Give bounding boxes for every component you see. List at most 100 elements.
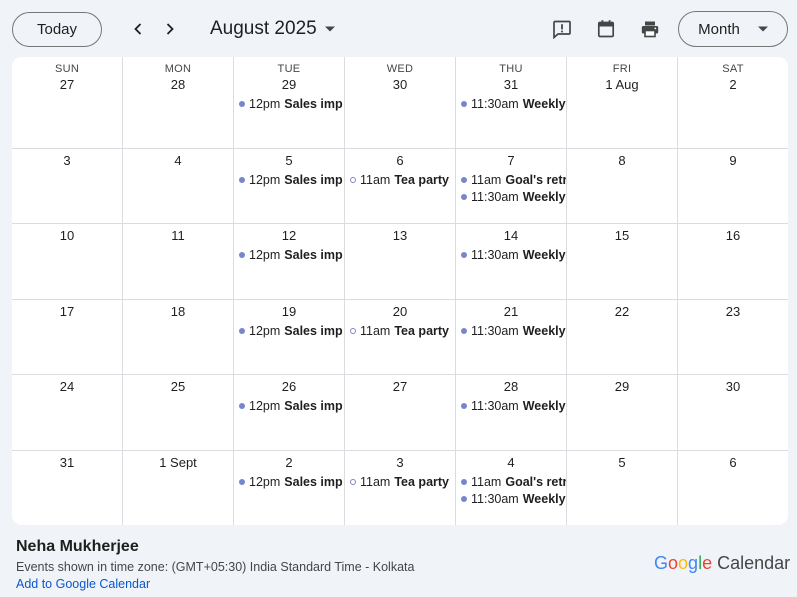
day-number[interactable]: 30 [345,77,455,92]
day-number[interactable]: 11 [123,228,233,243]
day-number[interactable]: 18 [123,304,233,319]
day-cell[interactable]: 14 11:30am Weekly [456,224,567,300]
day-number[interactable]: 6 [345,153,455,168]
day-cell[interactable]: 19 12pm Sales imp [234,300,345,375]
event-chip[interactable]: 12pm Sales imp [239,473,344,490]
day-cell[interactable]: THU 31 11:30am Weekly [456,57,567,149]
day-cell[interactable]: 6 [678,451,788,525]
prev-month-button[interactable] [125,16,151,42]
day-number[interactable]: 19 [234,304,344,319]
day-cell[interactable]: 18 [123,300,234,375]
event-chip[interactable]: 11:30am Weekly [461,246,566,263]
day-number[interactable]: 20 [345,304,455,319]
day-number[interactable]: 28 [456,379,566,394]
day-number[interactable]: 7 [456,153,566,168]
day-cell[interactable]: 17 [12,300,123,375]
day-cell[interactable]: MON 28 [123,57,234,149]
day-number[interactable]: 27 [345,379,455,394]
day-cell[interactable]: 24 [12,375,123,451]
day-number[interactable]: 30 [678,379,788,394]
day-cell[interactable]: 5 [567,451,678,525]
event-chip[interactable]: 11:30am Weekly [461,95,566,112]
day-cell[interactable]: 2 12pm Sales imp [234,451,345,525]
month-title-dropdown[interactable]: August 2025 [210,17,335,41]
day-number[interactable]: 13 [345,228,455,243]
day-number[interactable]: 12 [234,228,344,243]
day-cell[interactable]: 13 [345,224,456,300]
day-number[interactable]: 31 [456,77,566,92]
day-number[interactable]: 2 [234,455,344,470]
day-number[interactable]: 5 [234,153,344,168]
day-number[interactable]: 6 [678,455,788,470]
day-cell[interactable]: FRI 1 Aug [567,57,678,149]
day-cell[interactable]: 3 11am Tea party [345,451,456,525]
day-cell[interactable]: 3 [12,149,123,224]
day-number[interactable]: 27 [12,77,122,92]
day-cell[interactable]: SUN 27 [12,57,123,149]
day-cell[interactable]: 9 [678,149,788,224]
day-cell[interactable]: TUE 29 12pm Sales imp [234,57,345,149]
day-cell[interactable]: 4 [123,149,234,224]
day-cell[interactable]: 1 Sept [123,451,234,525]
view-selector[interactable]: Month [678,11,788,47]
print-button[interactable] [638,17,662,41]
event-chip[interactable]: 11am Tea party [350,322,455,339]
event-chip[interactable]: 12pm Sales imp [239,397,344,414]
day-cell[interactable]: 27 [345,375,456,451]
day-number[interactable]: 9 [678,153,788,168]
day-number[interactable]: 15 [567,228,677,243]
day-cell[interactable]: 7 11am Goal's retr 11:30am Weekly [456,149,567,224]
day-cell[interactable]: 23 [678,300,788,375]
day-cell[interactable]: 15 [567,224,678,300]
day-cell[interactable]: SAT 2 [678,57,788,149]
day-cell[interactable]: 8 [567,149,678,224]
day-cell[interactable]: 30 [678,375,788,451]
day-number[interactable]: 16 [678,228,788,243]
day-number[interactable]: 3 [12,153,122,168]
day-cell[interactable]: 28 11:30am Weekly [456,375,567,451]
day-cell[interactable]: 6 11am Tea party [345,149,456,224]
event-chip[interactable]: 11am Tea party [350,171,455,188]
calendar-view-button[interactable] [594,17,618,41]
day-number[interactable]: 25 [123,379,233,394]
event-chip[interactable]: 11:30am Weekly [461,490,566,507]
event-chip[interactable]: 11am Goal's retr [461,473,566,490]
google-calendar-logo[interactable]: Google Calendar [654,551,790,575]
event-chip[interactable]: 12pm Sales imp [239,171,344,188]
day-cell[interactable]: 22 [567,300,678,375]
day-cell[interactable]: 26 12pm Sales imp [234,375,345,451]
day-number[interactable]: 8 [567,153,677,168]
day-cell[interactable]: 4 11am Goal's retr 11:30am Weekly [456,451,567,525]
feedback-button[interactable] [550,17,574,41]
day-number[interactable]: 26 [234,379,344,394]
day-number[interactable]: 22 [567,304,677,319]
day-cell[interactable]: 10 [12,224,123,300]
event-chip[interactable]: 12pm Sales imp [239,95,344,112]
day-number[interactable]: 24 [12,379,122,394]
day-number[interactable]: 10 [12,228,122,243]
day-number[interactable]: 4 [456,455,566,470]
today-button[interactable]: Today [12,12,102,47]
day-cell[interactable]: 31 [12,451,123,525]
event-chip[interactable]: 11am Tea party [350,473,455,490]
day-cell[interactable]: 25 [123,375,234,451]
day-number[interactable]: 28 [123,77,233,92]
day-number[interactable]: 29 [234,77,344,92]
day-number[interactable]: 29 [567,379,677,394]
day-number[interactable]: 4 [123,153,233,168]
day-number[interactable]: 1 Sept [123,455,233,470]
event-chip[interactable]: 12pm Sales imp [239,246,344,263]
day-cell[interactable]: 29 [567,375,678,451]
day-cell[interactable]: WED 30 [345,57,456,149]
day-number[interactable]: 5 [567,455,677,470]
event-chip[interactable]: 11:30am Weekly [461,188,566,205]
day-cell[interactable]: 12 12pm Sales imp [234,224,345,300]
event-chip[interactable]: 11am Goal's retr [461,171,566,188]
day-cell[interactable]: 16 [678,224,788,300]
next-month-button[interactable] [157,16,183,42]
day-cell[interactable]: 5 12pm Sales imp [234,149,345,224]
day-cell[interactable]: 21 11:30am Weekly [456,300,567,375]
day-number[interactable]: 23 [678,304,788,319]
day-number[interactable]: 31 [12,455,122,470]
day-number[interactable]: 3 [345,455,455,470]
